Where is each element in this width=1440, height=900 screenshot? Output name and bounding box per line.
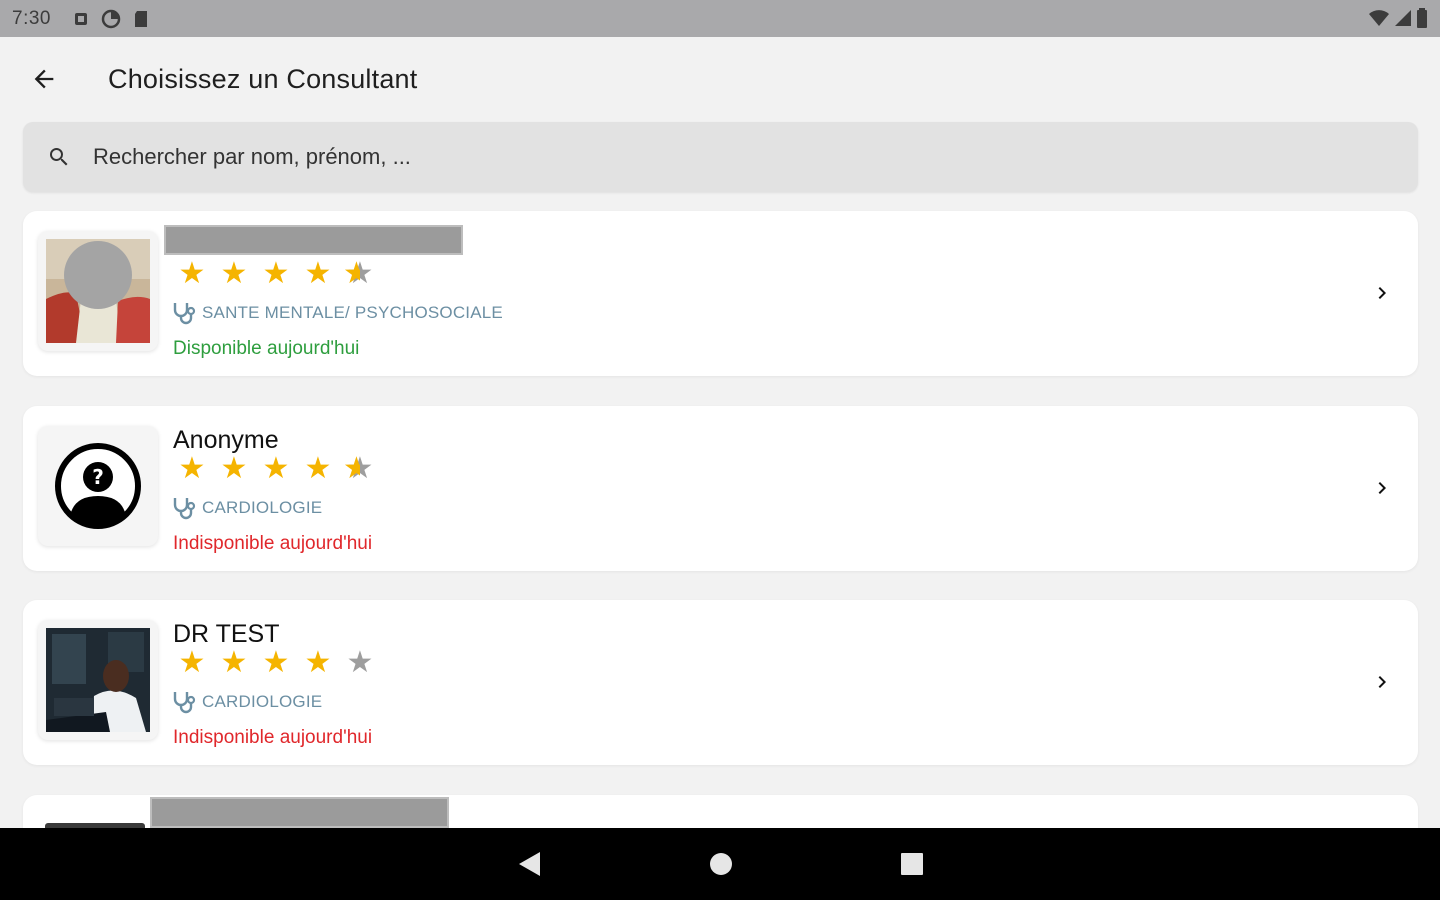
nav-recents-icon[interactable] bbox=[898, 850, 926, 878]
star-icon: ★ bbox=[178, 645, 206, 680]
anonymous-user-icon: ? bbox=[55, 443, 141, 529]
nav-home-icon[interactable] bbox=[707, 850, 735, 878]
battery-icon bbox=[1417, 8, 1427, 28]
consultant-photo bbox=[46, 239, 150, 343]
stethoscope-icon bbox=[173, 498, 196, 520]
signal-icon bbox=[1395, 10, 1411, 26]
doctor-photo bbox=[46, 628, 150, 732]
search-bar[interactable] bbox=[23, 122, 1418, 192]
stethoscope-icon bbox=[173, 303, 196, 325]
avatar bbox=[38, 620, 158, 740]
data-saver-icon bbox=[101, 9, 121, 28]
chevron-right-icon bbox=[1368, 279, 1396, 307]
rating-stars: ★ ★ ★ ★ ★ bbox=[175, 648, 377, 678]
name-redacted bbox=[164, 225, 463, 255]
chevron-right-icon bbox=[1368, 474, 1396, 502]
star-icon: ★ bbox=[220, 645, 248, 680]
system-navigation-bar bbox=[0, 828, 1440, 900]
specialty-label: CARDIOLOGIE bbox=[202, 692, 323, 711]
consultant-card[interactable]: DR TEST ★ ★ ★ ★ ★ CARDIOLOGIE Indisponib… bbox=[23, 600, 1418, 765]
page-title: Choisissez un Consultant bbox=[108, 63, 418, 94]
rating-stars: ★ ★ ★ ★ ★ ★ bbox=[175, 259, 377, 289]
status-time: 7:30 bbox=[12, 7, 51, 29]
consultant-card[interactable]: ★ ★ ★ ★ ★ ★ SANTE MENTALE/ PSYCHOSOCIALE … bbox=[23, 211, 1418, 376]
notification-icon bbox=[74, 12, 87, 25]
availability-status: Disponible aujourd'hui bbox=[173, 338, 360, 359]
specialty: CARDIOLOGIE bbox=[172, 690, 322, 714]
svg-text:?: ? bbox=[92, 465, 104, 489]
star-half-icon: ★ ★ bbox=[343, 256, 374, 291]
star-icon: ★ bbox=[220, 256, 248, 291]
star-icon: ★ bbox=[262, 256, 290, 291]
availability-status: Indisponible aujourd'hui bbox=[173, 533, 373, 554]
specialty-label: CARDIOLOGIE bbox=[202, 498, 323, 517]
app-bar: Choisissez un Consultant bbox=[0, 37, 1440, 121]
search-icon bbox=[47, 145, 71, 169]
specialty: SANTE MENTALE/ PSYCHOSOCIALE bbox=[172, 301, 503, 325]
star-icon: ★ bbox=[262, 645, 290, 680]
star-icon: ★ bbox=[304, 256, 332, 291]
consultant-card[interactable]: ? Anonyme ★ ★ ★ ★ ★ ★ CARDIOLOGIE Indispo… bbox=[23, 406, 1418, 571]
status-bar: 7:30 bbox=[0, 0, 1440, 37]
star-icon: ★ bbox=[178, 451, 206, 486]
avatar bbox=[38, 231, 158, 351]
wifi-icon bbox=[1369, 10, 1389, 26]
star-half-icon: ★ ★ bbox=[343, 451, 374, 486]
star-icon: ★ bbox=[220, 451, 248, 486]
specialty-label: SANTE MENTALE/ PSYCHOSOCIALE bbox=[202, 303, 503, 322]
chevron-right-icon bbox=[1368, 668, 1396, 696]
nav-back-icon[interactable] bbox=[515, 850, 543, 878]
star-empty-icon: ★ bbox=[346, 645, 374, 680]
availability-status: Indisponible aujourd'hui bbox=[173, 727, 373, 748]
avatar: ? bbox=[38, 426, 158, 546]
search-input[interactable] bbox=[93, 144, 1293, 170]
specialty: CARDIOLOGIE bbox=[172, 496, 322, 520]
stethoscope-icon bbox=[173, 692, 196, 714]
star-icon: ★ bbox=[304, 451, 332, 486]
back-arrow-icon bbox=[34, 69, 54, 89]
consultant-card[interactable] bbox=[23, 795, 1418, 828]
name-redacted bbox=[150, 797, 449, 828]
star-icon: ★ bbox=[262, 451, 290, 486]
star-icon: ★ bbox=[178, 256, 206, 291]
back-button[interactable] bbox=[22, 57, 66, 101]
rating-stars: ★ ★ ★ ★ ★ ★ bbox=[175, 454, 377, 484]
sd-card-icon bbox=[134, 10, 147, 27]
star-icon: ★ bbox=[304, 645, 332, 680]
